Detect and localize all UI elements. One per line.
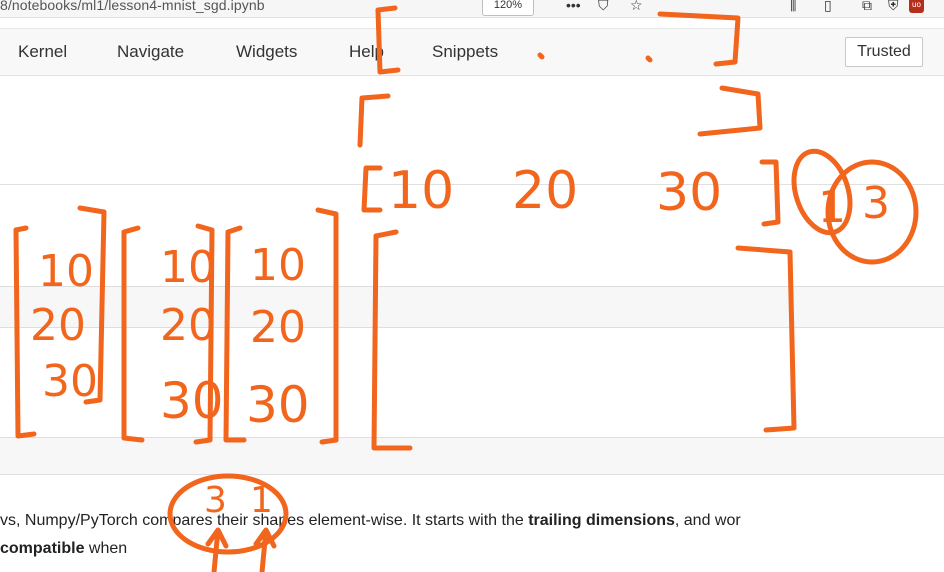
library-icon[interactable]: ⫼ — [790, 0, 796, 14]
result-left-bracket — [371, 229, 413, 451]
col3-value: 10 — [250, 240, 306, 291]
col1-left-bracket — [13, 225, 37, 439]
col3-value: 30 — [246, 376, 310, 434]
menu-kernel[interactable]: Kernel — [18, 42, 67, 62]
trusted-badge[interactable]: Trusted — [845, 37, 923, 67]
sidebar-icon[interactable]: ▯ — [824, 0, 832, 14]
output-cell — [0, 437, 944, 475]
browser-toolbar: 8/notebooks/ml1/lesson4-mnist_sgd.ipynb … — [0, 0, 944, 18]
markdown-line-2: compatible when — [0, 540, 127, 558]
menu-navigate[interactable]: Navigate — [117, 42, 184, 62]
menu-snippets[interactable]: Snippets — [432, 42, 498, 62]
markdown-text-segment: , and wor — [674, 512, 741, 529]
cell-divider — [0, 184, 944, 185]
markdown-text-segment: vs, Numpy/PyTorch compares their shapes … — [0, 512, 529, 529]
col2-right-bracket — [193, 223, 215, 445]
markdown-text-segment: when — [84, 540, 128, 557]
more-icon[interactable]: ••• — [566, 0, 581, 14]
col1-value: 30 — [42, 356, 98, 407]
result-right-bracket — [735, 245, 797, 433]
menu-widgets[interactable]: Widgets — [236, 42, 297, 62]
zoom-level-badge[interactable]: 120% — [482, 0, 534, 16]
jupyter-menu-bar: Kernel Navigate Widgets Help Snippets Tr… — [0, 28, 944, 76]
notebook-header-area — [0, 76, 944, 184]
col3-left-bracket — [223, 225, 247, 443]
url-bar[interactable]: 8/notebooks/ml1/lesson4-mnist_sgd.ipynb — [0, 0, 265, 13]
arrow-mark — [253, 527, 277, 572]
bookmark-shield-icon[interactable]: ⛉ — [598, 0, 609, 14]
ublock-icon[interactable]: uo — [909, 0, 924, 13]
row-shape-value: 1 — [818, 182, 846, 233]
extension-icon[interactable]: ⧉ — [862, 0, 872, 14]
markdown-bold-term: trailing dimensions — [528, 512, 675, 529]
star-icon[interactable]: ☆ — [630, 0, 643, 14]
markdown-line-1: vs, Numpy/PyTorch compares their shapes … — [0, 512, 741, 530]
col2-value: 30 — [160, 372, 224, 430]
row-shape-value: 3 — [862, 178, 890, 229]
shield-icon[interactable]: ⛨ — [888, 0, 899, 14]
arrow-mark — [205, 527, 229, 572]
col2-left-bracket — [121, 225, 145, 443]
menu-help[interactable]: Help — [349, 42, 384, 62]
code-cell[interactable] — [0, 286, 944, 328]
markdown-bold-term: compatible — [0, 540, 85, 557]
